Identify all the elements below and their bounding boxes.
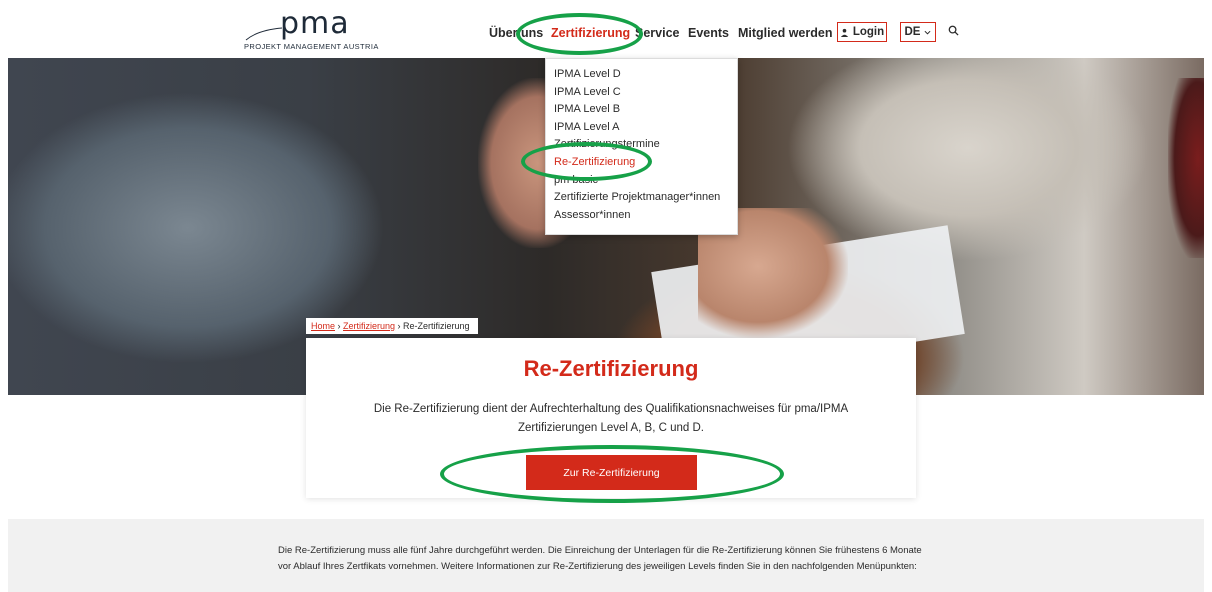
language-selector[interactable]: DE [900, 22, 936, 42]
zertifizierung-dropdown: IPMA Level D IPMA Level C IPMA Level B I… [545, 58, 738, 235]
login-label: Login [852, 26, 885, 38]
page-title: Re-Zertifizierung [523, 356, 699, 381]
dropdown-item-zertifizierungstermine[interactable]: Zertifizierungstermine [546, 136, 737, 154]
language-label: DE [904, 26, 921, 38]
intro-description: Die Re-Zertifizierung dient der Aufrecht… [373, 403, 849, 434]
nav-item-zertifizierung[interactable]: Zertifizierung [551, 26, 630, 40]
dropdown-item-ipma-level-a[interactable]: IPMA Level A [546, 119, 737, 137]
login-button[interactable]: Login [837, 22, 887, 42]
nav-item-mitglied-werden[interactable]: Mitglied werden [738, 26, 832, 40]
nav-item-service[interactable]: Service [635, 26, 679, 40]
logo-text: pma [280, 6, 350, 41]
info-section: Die Re-Zertifizierung muss alle fünf Jah… [8, 519, 1204, 592]
dropdown-item-re-zertifizierung[interactable]: Re-Zertifizierung [546, 154, 737, 172]
info-text: Die Re-Zertifizierung muss alle fünf Jah… [278, 545, 922, 572]
nav-item-events[interactable]: Events [688, 26, 729, 40]
dropdown-item-ipma-level-c[interactable]: IPMA Level C [546, 84, 737, 102]
dropdown-item-pm-basic[interactable]: pm basic [546, 172, 737, 190]
hero-red-shape [1168, 78, 1204, 258]
dropdown-item-assessoren[interactable]: Assessor*innen [546, 207, 737, 225]
nav-item-ueber-uns[interactable]: Über uns [489, 26, 543, 40]
pma-logo[interactable]: pma PROJEKT MANAGEMENT AUSTRIA [244, 6, 378, 54]
breadcrumb: Home › Zertifizierung › Re-Zertifizierun… [306, 318, 478, 334]
breadcrumb-parent-link[interactable]: Zertifizierung [343, 321, 395, 331]
re-zertifizierung-button[interactable]: Zur Re-Zertifizierung [526, 455, 697, 490]
search-icon[interactable] [948, 25, 959, 36]
logo-subtitle: PROJEKT MANAGEMENT AUSTRIA [244, 42, 379, 51]
dropdown-item-zertifizierte-projektmanager[interactable]: Zertifizierte Projektmanager*innen [546, 189, 737, 207]
breadcrumb-current: Re-Zertifizierung [403, 321, 470, 331]
dropdown-item-ipma-level-d[interactable]: IPMA Level D [546, 66, 737, 84]
intro-card: Re-Zertifizierung Die Re-Zertifizierung … [306, 338, 916, 498]
logo-swoosh-icon [245, 27, 283, 41]
breadcrumb-separator: › [395, 321, 404, 331]
breadcrumb-separator: › [335, 321, 344, 331]
chevron-down-icon [924, 30, 931, 35]
site-header: pma PROJEKT MANAGEMENT AUSTRIA Über uns … [8, 6, 1204, 59]
dropdown-item-ipma-level-b[interactable]: IPMA Level B [546, 101, 737, 119]
user-icon [840, 28, 848, 37]
breadcrumb-home-link[interactable]: Home [311, 321, 335, 331]
